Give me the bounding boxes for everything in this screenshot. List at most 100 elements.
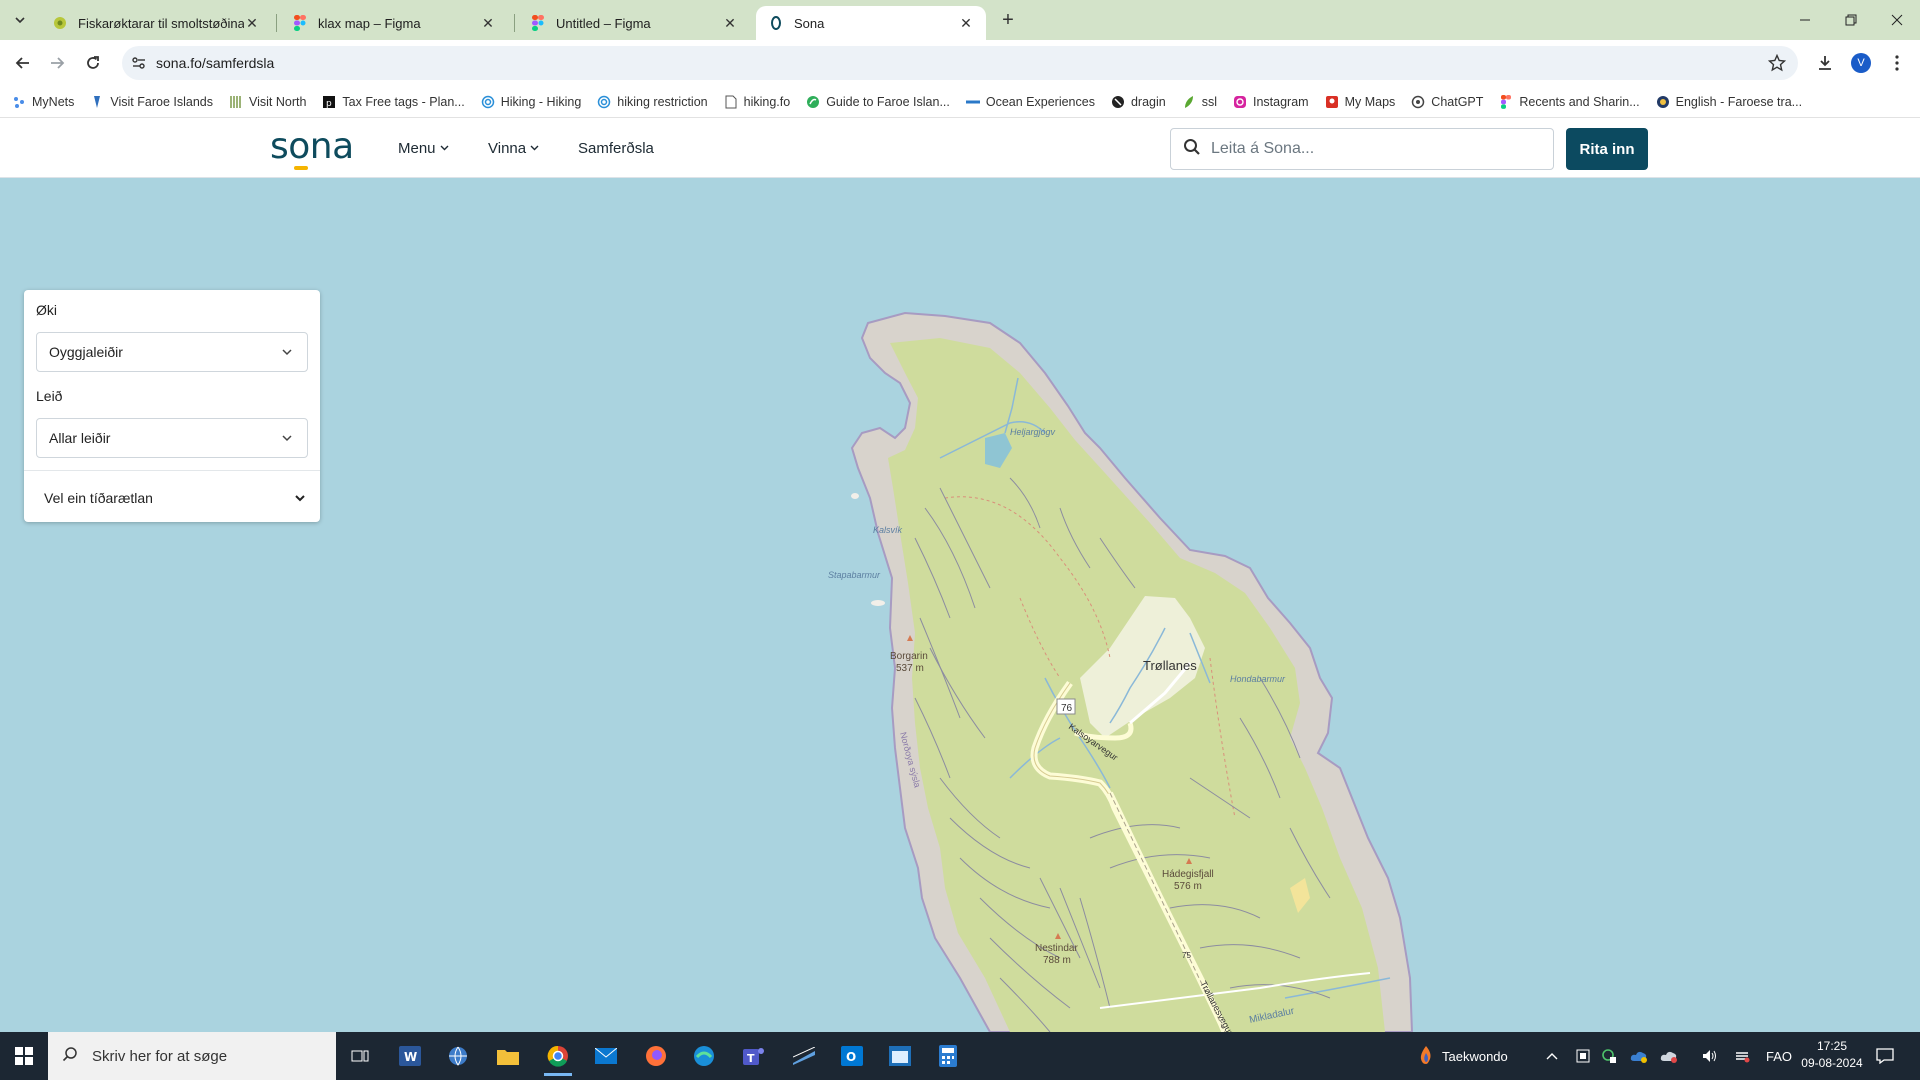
route-select-value: Allar leiðir (49, 430, 111, 446)
back-arrow-icon[interactable] (10, 50, 36, 76)
hiking-swirl-icon (481, 95, 495, 109)
new-tab-plus-icon[interactable]: + (996, 8, 1020, 32)
tray-cloud-icon[interactable] (1630, 1032, 1648, 1080)
teams-icon[interactable]: T (734, 1036, 774, 1076)
nav-vinna[interactable]: Vinna (488, 140, 539, 157)
login-button[interactable]: Rita inn (1566, 128, 1648, 170)
bookmark-mynets[interactable]: MyNets (12, 95, 74, 109)
windows-taskbar: Skriv her for at søge W T O Taekwondo FA… (0, 1032, 1920, 1080)
minimize-icon[interactable] (1782, 0, 1828, 40)
label-borgarin: Borgarin (890, 651, 928, 662)
svg-text:T: T (747, 1052, 755, 1065)
forward-arrow-icon[interactable] (44, 50, 70, 76)
area-select-value: Oyggjaleiðir (49, 344, 123, 360)
bookmark-english-faroese[interactable]: English - Faroese tra... (1656, 95, 1802, 109)
bookmark-visit-north[interactable]: Visit North (229, 95, 306, 109)
tab-close-icon[interactable]: ✕ (480, 15, 496, 31)
restore-icon[interactable] (1828, 0, 1874, 40)
tray-onedrive-error-icon[interactable] (1660, 1032, 1678, 1080)
download-icon[interactable] (1812, 50, 1838, 76)
bookmark-my-maps[interactable]: My Maps (1325, 95, 1395, 109)
site-search-box[interactable] (1170, 128, 1554, 170)
bookmark-hiking-fo[interactable]: hiking.fo (724, 95, 790, 109)
firefox-icon[interactable] (636, 1036, 676, 1076)
nav-samferdsla[interactable]: Samferðsla (578, 140, 654, 157)
tray-expand-chevron-up-icon[interactable] (1546, 1032, 1558, 1080)
browser-menu-icon[interactable] (1884, 50, 1910, 76)
mail-icon[interactable] (586, 1036, 626, 1076)
volume-icon[interactable] (1702, 1032, 1718, 1080)
tab-untitled-figma[interactable]: Untitled – Figma ✕ (518, 6, 750, 40)
bookmark-visit-faroe-islands[interactable]: Visit Faroe Islands (90, 95, 213, 109)
ssl-leaf-icon (1182, 95, 1196, 109)
task-view-icon[interactable] (340, 1036, 380, 1076)
nav-samferdsla-label: Samferðsla (578, 140, 654, 157)
notification-center-icon[interactable] (1876, 1032, 1894, 1080)
tab-close-icon[interactable]: ✕ (958, 15, 974, 31)
app-window-icon[interactable] (880, 1036, 920, 1076)
outlook-icon[interactable]: O (832, 1036, 872, 1076)
visit-faroe-icon (90, 95, 104, 109)
chrome-icon[interactable] (538, 1036, 578, 1076)
bookmark-star-icon[interactable] (1767, 53, 1787, 77)
bookmark-ssl[interactable]: ssl (1182, 95, 1217, 109)
label-nestindar: Nestindar (1035, 943, 1078, 954)
nav-menu[interactable]: Menu (398, 140, 449, 157)
calculator-icon[interactable] (928, 1036, 968, 1076)
bookmark-dragin[interactable]: dragin (1111, 95, 1166, 109)
nav-menu-label: Menu (398, 140, 436, 157)
tab-search-chevron-icon[interactable] (8, 8, 32, 32)
leaf-icon (52, 15, 68, 31)
bookmark-hiking[interactable]: Hiking - Hiking (481, 95, 581, 109)
browser-toolbar: sona.fo/samferdsla V (0, 40, 1920, 86)
search-icon (62, 1046, 78, 1066)
network-icon[interactable] (1734, 1032, 1750, 1080)
tab-klax-map-figma[interactable]: klax map – Figma ✕ (280, 6, 508, 40)
timetable-accordion[interactable]: Vel ein tíðarætlan (44, 486, 306, 510)
tab-fiskaroktarar[interactable]: Fiskarøktarar til smoltstøðina á ✕ (40, 6, 272, 40)
tab-title: klax map – Figma (318, 15, 421, 31)
reload-icon[interactable] (80, 50, 106, 76)
site-settings-icon[interactable] (122, 55, 156, 71)
url-text: sona.fo/samferdsla (156, 55, 275, 71)
close-window-icon[interactable] (1874, 0, 1920, 40)
system-clock[interactable]: 17:25 09-08-2024 (1800, 1038, 1864, 1072)
svg-text:O: O (846, 1050, 856, 1064)
ocean-wave-icon (965, 95, 980, 109)
bookmark-guide-to-faroe[interactable]: Guide to Faroe Islan... (806, 95, 950, 109)
page-icon (724, 95, 738, 109)
flame-icon (1418, 1045, 1434, 1068)
label-kalsvik: Kalsvík (873, 525, 903, 535)
label-trollanes: Trøllanes (1143, 658, 1197, 673)
profile-avatar[interactable]: V (1848, 50, 1874, 76)
bookmark-tax-free-tags[interactable]: p Tax Free tags - Plan... (322, 95, 465, 109)
ruler-app-icon[interactable] (784, 1036, 824, 1076)
sona-logo[interactable]: sona (270, 126, 354, 170)
label-borgarin-elev: 537 m (896, 663, 924, 674)
site-search-input[interactable] (1211, 140, 1531, 158)
area-label: Øki (36, 302, 57, 318)
weather-widget[interactable]: Taekwondo (1418, 1032, 1508, 1080)
language-indicator[interactable]: FAO (1766, 1032, 1792, 1080)
bookmark-recents-and-sharing[interactable]: Recents and Sharin... (1499, 94, 1640, 109)
globe-app-icon[interactable] (438, 1036, 478, 1076)
windows-start-icon[interactable] (0, 1032, 48, 1080)
tab-close-icon[interactable]: ✕ (722, 15, 738, 31)
edge-icon[interactable] (684, 1036, 724, 1076)
taskbar-search[interactable]: Skriv her for at søge (48, 1032, 336, 1080)
address-bar[interactable]: sona.fo/samferdsla (122, 46, 1798, 80)
timetable-label: Vel ein tíðarætlan (44, 490, 153, 506)
tab-sona[interactable]: Sona ✕ (756, 6, 986, 40)
tray-device-icon[interactable] (1576, 1032, 1590, 1080)
bookmark-instagram[interactable]: Instagram (1233, 95, 1309, 109)
route-select[interactable]: Allar leiðir (36, 418, 308, 458)
word-icon[interactable]: W (390, 1036, 430, 1076)
area-select[interactable]: Oyggjaleiðir (36, 332, 308, 372)
logo-accent (294, 166, 308, 170)
tab-close-icon[interactable]: ✕ (244, 15, 260, 31)
bookmark-chatgpt[interactable]: ChatGPT (1411, 95, 1483, 109)
file-explorer-icon[interactable] (488, 1036, 528, 1076)
bookmark-hiking-restriction[interactable]: hiking restriction (597, 95, 708, 109)
bookmark-ocean-experiences[interactable]: Ocean Experiences (965, 95, 1095, 109)
tray-lock-icon[interactable] (1602, 1032, 1616, 1080)
